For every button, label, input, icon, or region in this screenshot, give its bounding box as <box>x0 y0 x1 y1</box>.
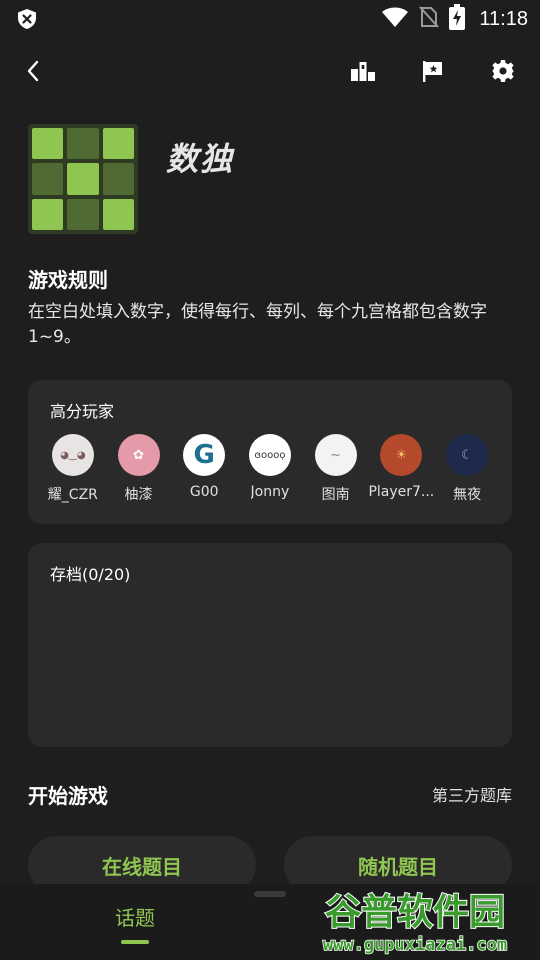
svg-text:www.gupuxiazai.com: www.gupuxiazai.com <box>323 935 507 955</box>
saves-card: 存档(0/20) <box>28 543 512 747</box>
leaderboard-button[interactable] <box>346 56 380 86</box>
player-item[interactable]: G G00 <box>171 434 237 504</box>
player-name: Jonny <box>250 484 290 500</box>
rules-text: 在空白处填入数字，使得每行、每列、每个九宫格都包含数字1~9。 <box>28 302 487 347</box>
logo-cell <box>32 198 64 230</box>
third-party-link[interactable]: 第三方题库 <box>432 782 512 806</box>
no-sim-icon <box>419 5 440 33</box>
status-bar: 11:18 <box>0 0 540 38</box>
logo-cell <box>102 198 134 230</box>
tab-indicator <box>121 940 149 944</box>
battery-charging-icon <box>449 4 466 34</box>
back-arrow-icon <box>27 60 39 82</box>
back-button[interactable] <box>18 56 48 86</box>
player-item[interactable]: ◕‿◕ 耀_CZR <box>40 434 106 504</box>
player-name: Player7... <box>368 484 435 500</box>
top-players-card: 高分玩家 ◕‿◕ 耀_CZR ✿ 柚漆 G G00 ɞoooọ Jonny ~ 图南 ☀ Player… <box>28 380 512 524</box>
player-name: 图南 <box>321 487 350 503</box>
app-bar <box>0 46 540 96</box>
logo-cell <box>102 128 134 160</box>
player-name: 柚漆 <box>124 487 153 503</box>
player-avatar: ☀ <box>380 434 423 476</box>
player-avatar: ◕‿◕ <box>51 434 94 476</box>
player-name: G00 <box>189 484 219 500</box>
player-avatar: ɞoooọ <box>248 434 291 476</box>
player-avatar: G <box>183 434 226 476</box>
shield-x-icon <box>16 8 38 30</box>
logo-cell <box>67 198 99 230</box>
saves-title: 存档(0/20) <box>50 565 131 584</box>
player-name: 耀_CZR <box>47 487 98 503</box>
players-list: ◕‿◕ 耀_CZR ✿ 柚漆 G G00 ɞoooọ Jonny ~ 图南 ☀ Player7... ☾… <box>40 434 500 504</box>
leaderboard-icon <box>351 62 375 81</box>
rules-heading: 游戏规则 <box>28 268 108 292</box>
watermark: 谷普软件园 www.gupuxiazai.com <box>292 888 538 958</box>
player-avatar: ☾ <box>446 434 489 476</box>
player-avatar: ✿ <box>117 434 160 476</box>
logo-cell <box>67 128 99 160</box>
logo-cell <box>32 128 64 160</box>
wifi-icon <box>381 6 409 32</box>
player-name: 無夜 <box>453 487 482 503</box>
player-item[interactable]: ☾ 無夜 <box>434 434 500 504</box>
start-game-heading: 开始游戏 <box>28 784 108 808</box>
settings-button[interactable] <box>486 56 520 86</box>
status-time: 11:18 <box>479 7 528 30</box>
flag-button[interactable] <box>416 56 450 86</box>
player-item[interactable]: ✿ 柚漆 <box>106 434 172 504</box>
player-avatar: ~ <box>314 434 357 476</box>
tab-topic[interactable]: 话题 <box>100 902 170 931</box>
player-item[interactable]: ɞoooọ Jonny <box>237 434 303 504</box>
flag-icon <box>423 61 442 82</box>
svg-text:谷普软件园: 谷普软件园 <box>325 892 505 933</box>
sheet-handle[interactable] <box>254 891 286 897</box>
top-players-title: 高分玩家 <box>50 402 115 421</box>
player-item[interactable]: ☀ Player7... <box>368 434 434 504</box>
player-item[interactable]: ~ 图南 <box>303 434 369 504</box>
settings-icon <box>492 60 514 82</box>
logo-cell <box>67 163 99 195</box>
logo-cell <box>102 163 134 195</box>
logo-cell <box>32 163 64 195</box>
game-title: 数独 <box>166 140 235 178</box>
sudoku-logo <box>28 124 138 234</box>
